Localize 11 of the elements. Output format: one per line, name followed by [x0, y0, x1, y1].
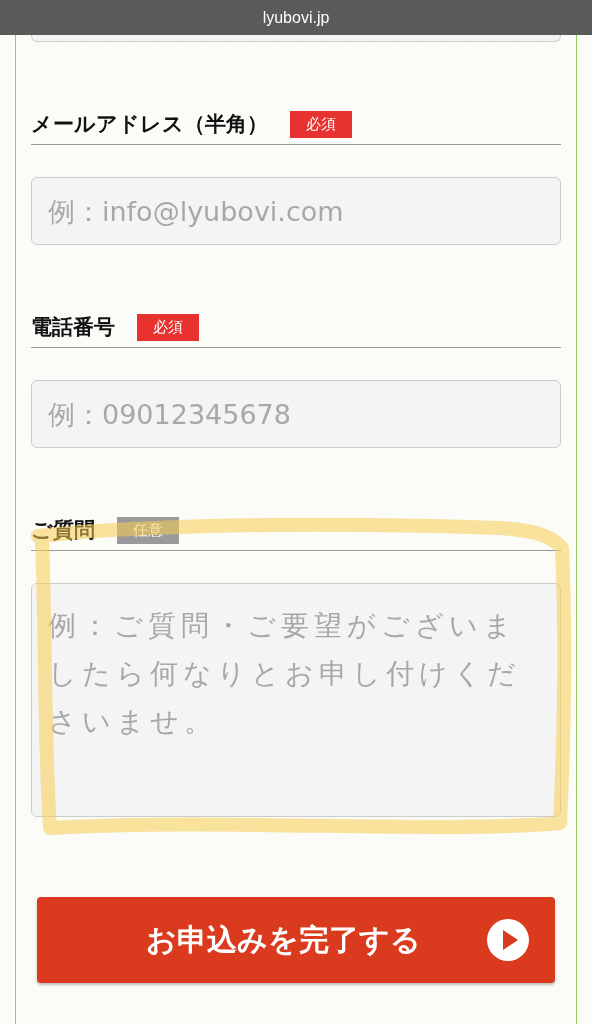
optional-badge: 任意: [117, 516, 179, 544]
input-field[interactable]: 例：09012345678: [31, 380, 561, 448]
submit-button[interactable]: お申込みを完了する: [37, 897, 555, 983]
play-icon: [487, 919, 529, 961]
required-badge: 必須: [290, 110, 352, 138]
required-badge: 必須: [137, 313, 199, 341]
field-label: 電話番号: [31, 314, 115, 341]
field-label: メールアドレス（半角）: [31, 111, 268, 138]
input-field[interactable]: [31, 35, 561, 42]
input-field[interactable]: 例：info@lyubovi.com: [31, 177, 561, 245]
url-text: lyubovi.jp: [262, 8, 330, 27]
